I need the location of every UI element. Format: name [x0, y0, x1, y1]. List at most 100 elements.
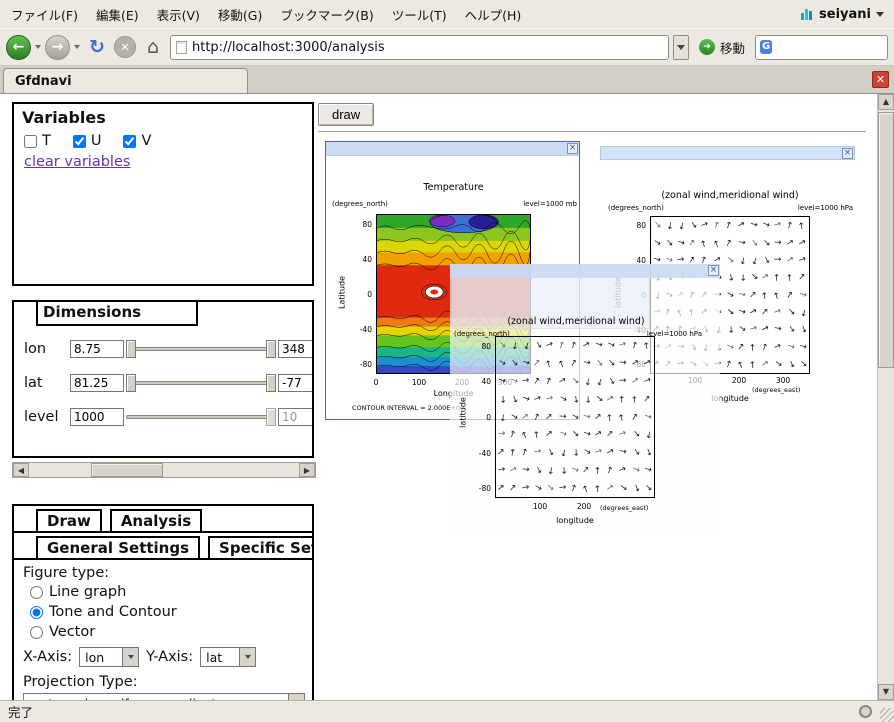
tab-general-settings[interactable]: General Settings — [36, 536, 200, 558]
plot-titlebar[interactable]: × — [450, 264, 720, 278]
vector-arrow: → — [784, 290, 796, 301]
y-axis-unit: (degrees_north) — [332, 200, 388, 208]
dimension-range-slider[interactable] — [126, 373, 276, 393]
plot-titlebar[interactable]: × — [600, 146, 855, 160]
tab-specific-settings[interactable]: Specific Settings — [208, 536, 314, 558]
vector-arrow: → — [520, 430, 531, 440]
back-button[interactable]: ← — [6, 35, 31, 60]
chevron-down-icon — [122, 648, 138, 666]
menu-bookmarks[interactable]: ブックマーク(B) — [271, 0, 382, 29]
forward-history-dropdown[interactable] — [72, 45, 82, 49]
go-button[interactable]: ➜ 移動 — [691, 35, 753, 60]
radio-label: Tone and Contour — [49, 604, 177, 620]
stop-button[interactable]: ✕ — [112, 34, 138, 60]
vector-arrow: → — [736, 341, 748, 353]
tab-analysis[interactable]: Analysis — [110, 509, 202, 531]
variable-checkbox-u[interactable] — [73, 135, 86, 148]
vector-arrow: → — [724, 255, 736, 267]
vector-arrow: → — [558, 483, 566, 493]
vector-arrow: → — [687, 237, 699, 249]
y-tick: 0 — [465, 413, 491, 422]
sidebar-horizontal-scrollbar[interactable]: ◀ ▶ — [12, 462, 316, 478]
close-icon[interactable]: × — [842, 148, 853, 159]
draw-button[interactable]: draw — [318, 103, 374, 126]
slider-handle-left[interactable] — [126, 374, 136, 392]
vector-arrow: → — [797, 359, 809, 371]
y-tick: 40 — [346, 255, 372, 264]
dimension-min-input[interactable] — [70, 374, 124, 392]
slider-handle-right[interactable] — [266, 408, 276, 426]
plot-titlebar[interactable]: × — [326, 142, 579, 156]
figure-type-option: Tone and Contour — [30, 602, 312, 622]
variable-label-u: U — [91, 133, 102, 149]
y-axis-select[interactable]: lat — [200, 647, 256, 667]
vector-arrow: → — [642, 482, 654, 494]
scrollbar-track[interactable] — [29, 463, 299, 477]
vertical-scrollbar[interactable]: ▲ ▼ — [877, 94, 894, 700]
page-icon — [176, 41, 187, 54]
dimension-max-input[interactable] — [278, 340, 314, 358]
dimension-range-slider[interactable] — [126, 407, 276, 427]
url-bar[interactable] — [170, 35, 669, 60]
scroll-right-icon[interactable]: ▶ — [299, 463, 315, 477]
dimension-max-input[interactable] — [278, 408, 314, 426]
scroll-up-icon[interactable]: ▲ — [878, 94, 894, 110]
radio-tone-contour[interactable] — [30, 606, 43, 619]
clear-variables-link[interactable]: clear variables — [24, 154, 130, 170]
menu-view[interactable]: 表示(V) — [148, 0, 209, 29]
search-input[interactable] — [776, 40, 883, 54]
close-icon[interactable]: × — [567, 143, 578, 154]
page-content: Variables T U V clear variables Dimensio… — [0, 94, 894, 700]
scroll-left-icon[interactable]: ◀ — [13, 463, 29, 477]
radio-label: Line graph — [49, 584, 126, 600]
scroll-down-icon[interactable]: ▼ — [878, 684, 894, 700]
user-switcher[interactable]: seiyani — [800, 7, 892, 22]
y-axis-label: Y-Axis: — [146, 649, 193, 665]
vector-arrow: → — [557, 359, 568, 369]
forward-button[interactable]: → — [45, 35, 70, 60]
vector-arrow: → — [737, 307, 747, 318]
vector-arrow: → — [619, 359, 627, 369]
variable-checkbox-v[interactable] — [123, 135, 136, 148]
vector-arrow: → — [533, 394, 543, 405]
tab-gfdnavi[interactable]: Gfdnavi — [3, 68, 248, 93]
menu-help[interactable]: ヘルプ(H) — [456, 0, 531, 29]
y-tick: -80 — [465, 484, 491, 493]
x-axis-select[interactable]: lon — [79, 647, 139, 667]
close-tab-button[interactable]: ✕ — [872, 71, 889, 88]
plot-window-wind-2[interactable]: × (zonal wind,meridional wind) (degrees_… — [450, 264, 720, 534]
vector-arrow: → — [593, 358, 605, 369]
menu-file[interactable]: ファイル(F) — [2, 0, 87, 29]
tab-draw[interactable]: Draw — [36, 509, 102, 531]
projection-type-label: Projection Type: — [23, 674, 312, 690]
close-icon[interactable]: × — [708, 265, 719, 276]
x-tick: 0 — [365, 378, 387, 387]
scrollbar-thumb[interactable] — [878, 112, 894, 368]
menu-go[interactable]: 移動(G) — [209, 0, 271, 29]
dimension-range-slider[interactable] — [126, 339, 276, 359]
url-input[interactable] — [192, 40, 663, 55]
slider-handle-left[interactable] — [126, 340, 136, 358]
url-dropdown-button[interactable] — [673, 35, 689, 60]
dimension-max-input[interactable] — [278, 374, 314, 392]
variable-checkbox-t[interactable] — [24, 135, 37, 148]
search-box[interactable]: G — [755, 35, 888, 60]
slider-handle-right[interactable] — [266, 340, 276, 358]
home-button[interactable]: ⌂ — [140, 34, 166, 60]
menu-edit[interactable]: 編集(E) — [87, 0, 148, 29]
vector-arrow: → — [772, 359, 783, 371]
radio-line-graph[interactable] — [30, 586, 43, 599]
scrollbar-thumb[interactable] — [91, 463, 163, 477]
slider-handle-right[interactable] — [266, 374, 276, 392]
back-history-dropdown[interactable] — [33, 45, 43, 49]
vector-arrow: → — [606, 413, 616, 422]
menu-tools[interactable]: ツール(T) — [383, 0, 456, 29]
vector-arrow: → — [509, 342, 519, 351]
projection-select[interactable]: rectangular uniform coordinate — [23, 693, 305, 700]
vector-arrow: → — [797, 255, 807, 266]
dimension-min-input[interactable] — [70, 340, 124, 358]
radio-vector[interactable] — [30, 626, 43, 639]
resize-grip[interactable] — [880, 708, 894, 722]
dimension-min-input[interactable] — [70, 408, 124, 426]
reload-button[interactable]: ↻ — [84, 34, 110, 60]
